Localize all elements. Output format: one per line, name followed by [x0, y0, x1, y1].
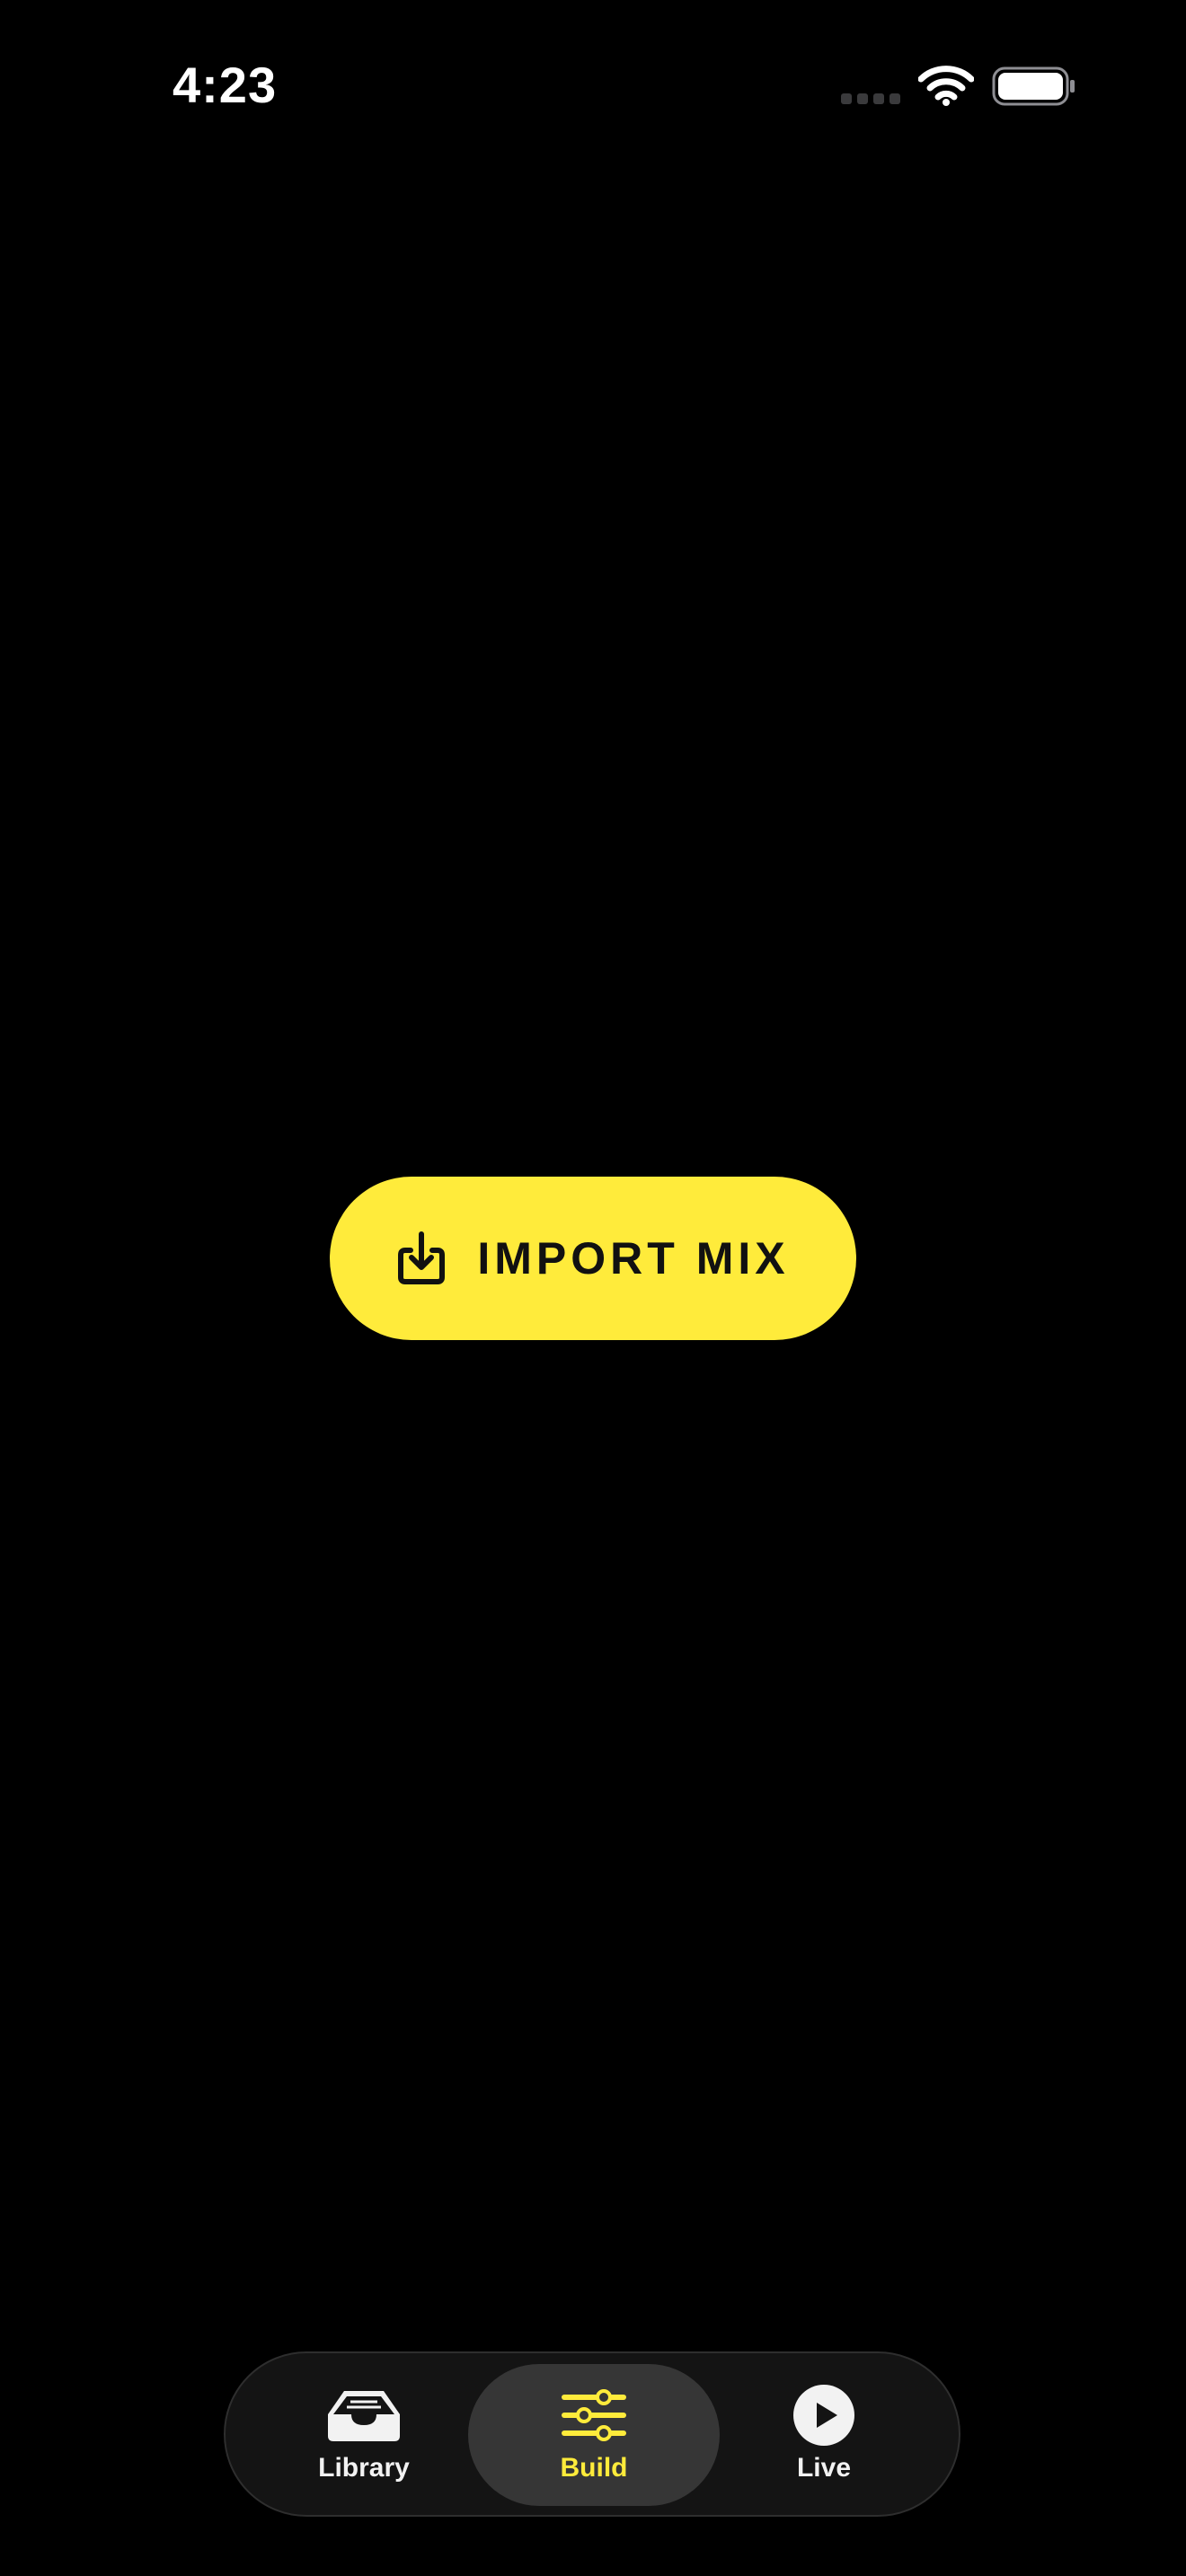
- tab-build[interactable]: Build: [468, 2364, 720, 2506]
- import-mix-button[interactable]: IMPORT MIX: [330, 1177, 856, 1340]
- wifi-icon: [918, 66, 974, 106]
- tab-library[interactable]: Library: [238, 2364, 490, 2506]
- cell-signal-icon: [841, 93, 900, 104]
- tab-live[interactable]: Live: [698, 2364, 950, 2506]
- tab-bar: Library Build Live: [224, 2351, 960, 2517]
- tab-live-label: Live: [796, 2453, 852, 2483]
- play-circle-icon: [793, 2385, 854, 2446]
- status-bar: 4:23: [0, 0, 1186, 171]
- import-download-icon: [398, 1231, 446, 1284]
- sliders-icon: [562, 2389, 626, 2441]
- import-mix-label: IMPORT MIX: [477, 1233, 790, 1284]
- status-time: 4:23: [173, 57, 278, 113]
- tab-build-label: Build: [560, 2453, 628, 2483]
- battery-icon: [992, 66, 1075, 106]
- tray-icon: [328, 2391, 400, 2441]
- tab-library-label: Library: [318, 2453, 410, 2483]
